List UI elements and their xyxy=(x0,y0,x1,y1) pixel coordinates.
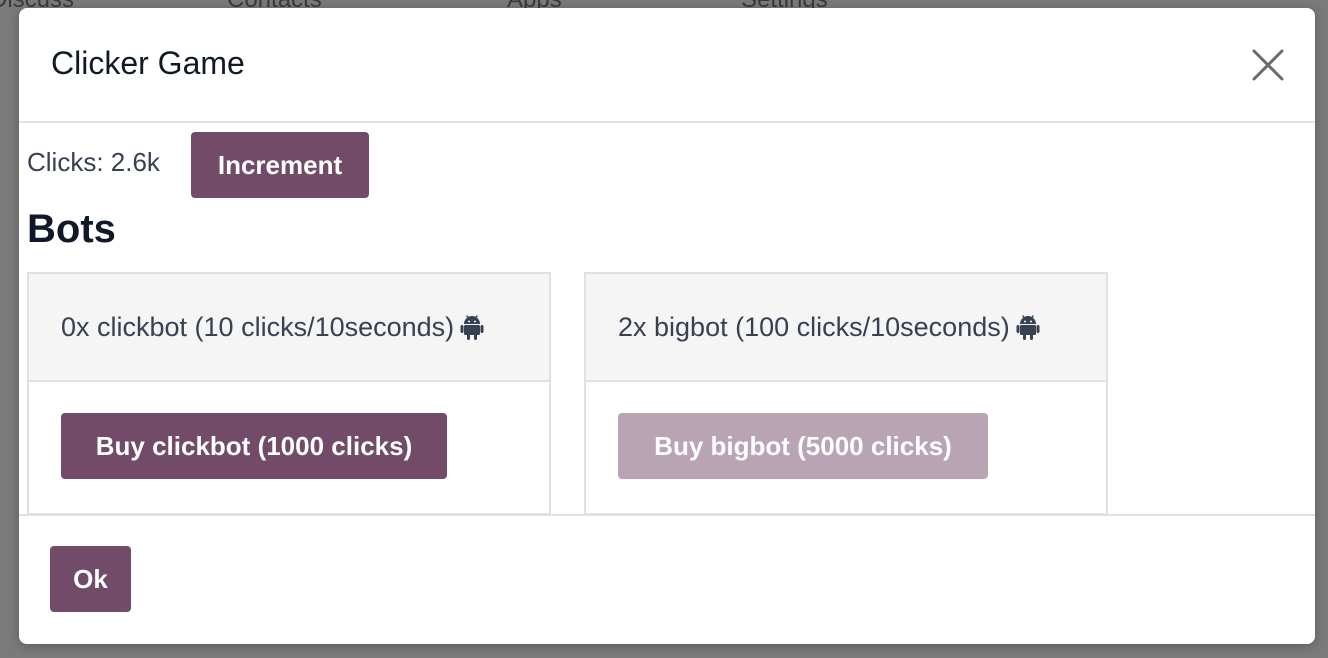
bots-heading: Bots xyxy=(27,207,116,251)
bot-card-bigbot: 2x bigbot (100 clicks/10seconds) Buy big… xyxy=(584,272,1108,515)
dialog-footer: Ok xyxy=(19,514,1315,644)
dialog-body: Clicks: 2.6k Increment Bots 0x clickbot … xyxy=(19,123,1315,515)
bot-card-clickbot: 0x clickbot (10 clicks/10seconds) Buy cl… xyxy=(27,272,551,515)
bot-card-header: 2x bigbot (100 clicks/10seconds) xyxy=(586,274,1106,382)
buy-bigbot-button[interactable]: Buy bigbot (5000 clicks) xyxy=(618,413,988,479)
clicker-game-dialog: Clicker Game Clicks: 2.6k Increment Bots… xyxy=(19,8,1315,644)
bot-card-header: 0x clickbot (10 clicks/10seconds) xyxy=(29,274,549,382)
increment-button[interactable]: Increment xyxy=(191,132,369,198)
bot-description: 0x clickbot (10 clicks/10seconds) xyxy=(61,312,455,342)
ok-button[interactable]: Ok xyxy=(50,546,131,612)
dialog-header: Clicker Game xyxy=(19,8,1315,123)
buy-clickbot-button[interactable]: Buy clickbot (1000 clicks) xyxy=(61,413,447,479)
close-icon[interactable] xyxy=(1249,46,1287,84)
bot-description: 2x bigbot (100 clicks/10seconds) xyxy=(618,312,1010,342)
android-icon xyxy=(460,314,484,340)
dialog-title: Clicker Game xyxy=(51,45,245,81)
clicks-counter: Clicks: 2.6k xyxy=(27,147,160,177)
android-icon xyxy=(1016,314,1040,340)
